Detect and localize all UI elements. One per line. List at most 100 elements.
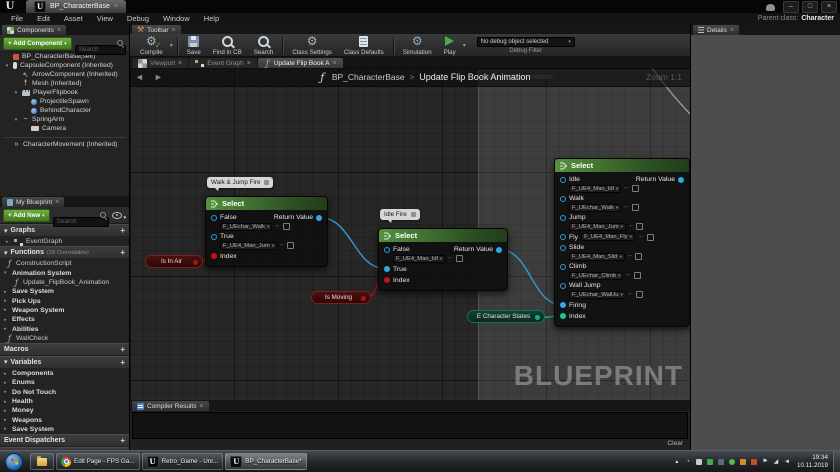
category-save-system[interactable]: ▸Save System xyxy=(0,287,129,296)
browse-icon[interactable] xyxy=(456,255,463,262)
category-pick-ups[interactable]: ▸Pick Ups xyxy=(0,296,129,305)
add-icon[interactable]: + xyxy=(120,358,125,367)
back-arrow-icon[interactable]: ◄ xyxy=(130,72,149,82)
find-in-cb-button[interactable]: Find in CB xyxy=(207,35,248,56)
close-icon[interactable] xyxy=(172,27,176,34)
menu-item-window[interactable]: Window xyxy=(156,14,197,23)
save-button[interactable]: Save xyxy=(181,35,207,56)
tree-caret-icon[interactable]: ▸ xyxy=(4,380,9,386)
variable-node-is-in-air[interactable]: Is In Air xyxy=(145,255,203,268)
component-row[interactable]: ▾CapsuleComponent (Inherited) xyxy=(0,61,129,70)
bubble-pin-icon[interactable] xyxy=(411,212,416,217)
close-icon[interactable] xyxy=(57,27,61,34)
pin-object-icon[interactable] xyxy=(560,264,566,270)
taskbar-button-edit-page-fps-ga-[interactable]: Edit Page - FPS Ga... xyxy=(56,453,140,470)
pin-object-icon[interactable] xyxy=(211,234,217,240)
close-icon[interactable] xyxy=(333,60,337,67)
menu-item-file[interactable]: File xyxy=(4,14,30,23)
tree-caret-icon[interactable]: ▸ xyxy=(4,389,9,395)
component-row[interactable]: ▾~SpringArm xyxy=(0,115,129,124)
tree-caret-icon[interactable]: ▾ xyxy=(4,249,8,257)
class-defaults-button[interactable]: Class Defaults xyxy=(338,35,390,56)
tree-caret-icon[interactable]: ▸ xyxy=(4,298,9,304)
asset-dropdown[interactable]: F_UE4_Man_Jum xyxy=(569,223,626,231)
pin-object-icon[interactable] xyxy=(560,245,566,251)
tray-expand-icon[interactable]: ▴ xyxy=(673,458,681,466)
pin-object-icon[interactable] xyxy=(560,215,566,221)
pin-object-icon[interactable] xyxy=(496,247,502,253)
tree-caret-icon[interactable]: ▾ xyxy=(4,270,9,276)
chevron-down-icon[interactable]: ▾ xyxy=(462,42,467,49)
tree-caret-icon[interactable]: ▾ xyxy=(4,227,8,235)
tray-green-app-icon[interactable] xyxy=(706,458,714,466)
component-row[interactable]: ↖ArrowComponent (Inherited) xyxy=(0,70,129,79)
tab-components[interactable]: Components xyxy=(2,25,66,35)
minimize-button[interactable]: – xyxy=(783,1,799,13)
add-icon[interactable]: + xyxy=(120,248,125,257)
taskbar-button-bp-characterbase-[interactable]: UBP_CharacterBase* xyxy=(225,453,306,470)
category-health[interactable]: ▸Health xyxy=(0,397,129,406)
asset-dropdown[interactable]: F_UE4_Man_Idl xyxy=(569,185,621,193)
browse-icon[interactable] xyxy=(636,291,643,298)
use-selected-icon[interactable]: ← xyxy=(628,223,635,230)
pinned-explorer-button[interactable] xyxy=(30,453,54,470)
tree-caret-icon[interactable]: ▸ xyxy=(4,426,9,432)
asset-dropdown[interactable]: F_UEchar_Climb xyxy=(569,272,623,280)
category-save-system[interactable]: ▸Save System xyxy=(0,425,129,434)
section-header-functions[interactable]: ▾Functions(28 Overridable)+ xyxy=(0,246,129,259)
show-desktop-button[interactable] xyxy=(833,451,840,472)
variable-node-e-character-states[interactable]: E Character States xyxy=(467,310,545,323)
add-component-button[interactable]: + Add Component xyxy=(3,37,72,50)
tree-caret-icon[interactable]: ▸ xyxy=(4,317,9,323)
taskbar-button-retro-game-unr-[interactable]: URetro_Game - Unr... xyxy=(142,453,224,470)
search-button[interactable]: Search xyxy=(248,35,280,56)
category-do-not-touch[interactable]: ▸Do Not Touch xyxy=(0,388,129,397)
tray-clock-icon[interactable]: ◔ xyxy=(684,458,692,466)
node-comment-bubble[interactable]: Idle Fire xyxy=(380,209,420,220)
tray-display-icon[interactable] xyxy=(717,458,725,466)
visibility-filter-button[interactable] xyxy=(112,206,126,224)
tree-caret-icon[interactable]: ▸ xyxy=(4,307,9,313)
component-row[interactable]: »CharacterMovement (Inherited) xyxy=(0,140,129,149)
browse-icon[interactable] xyxy=(287,242,294,249)
title-bar[interactable]: U U BP_CharacterBase – □ × xyxy=(0,0,840,13)
tab-event-graph[interactable]: Event Graph xyxy=(189,58,257,68)
forward-arrow-icon[interactable]: ► xyxy=(149,72,168,82)
tab-details[interactable]: Details xyxy=(693,25,739,35)
use-selected-icon[interactable]: ← xyxy=(279,242,286,249)
menu-item-asset[interactable]: Asset xyxy=(57,14,90,23)
close-icon[interactable] xyxy=(247,60,251,67)
tray-package-icon[interactable] xyxy=(739,458,747,466)
list-item-update_flipbook_animation[interactable]: ƒUpdate_FlipBook_Animation xyxy=(0,278,129,287)
use-selected-icon[interactable]: ← xyxy=(627,253,634,260)
component-row[interactable]: Camera xyxy=(0,124,129,133)
pin-bool-icon[interactable] xyxy=(384,277,390,283)
pin-enum-icon[interactable] xyxy=(535,315,540,320)
asset-dropdown[interactable]: F_UE4_Man_Slid xyxy=(569,253,625,261)
section-header-event-dispatchers[interactable]: Event Dispatchers+ xyxy=(0,434,129,447)
tray-volume-icon[interactable]: ◄ xyxy=(783,458,791,466)
component-row[interactable]: BehindCharacter xyxy=(0,106,129,115)
asset-dropdown[interactable]: F_UE4_Man_Fly xyxy=(581,233,635,241)
taskbar-clock[interactable]: 19:34 10.11.2019 xyxy=(797,454,828,470)
tray-mono-icon[interactable] xyxy=(695,458,703,466)
clear-button[interactable]: Clear xyxy=(667,440,683,447)
pin-enum-icon[interactable] xyxy=(560,313,566,319)
list-item-constructionscript[interactable]: ƒConstructionScript xyxy=(0,259,129,268)
use-selected-icon[interactable]: ← xyxy=(638,234,645,241)
pin-bool-icon[interactable] xyxy=(193,260,198,265)
use-selected-icon[interactable]: ← xyxy=(447,255,454,262)
section-header-macros[interactable]: Macros+ xyxy=(0,343,129,356)
pin-object-icon[interactable] xyxy=(560,177,566,183)
chevron-down-icon[interactable]: ▾ xyxy=(169,42,174,49)
pin-object-icon[interactable] xyxy=(560,234,566,240)
close-icon[interactable] xyxy=(200,403,204,410)
tree-caret-icon[interactable]: ▾ xyxy=(4,63,10,69)
tree-caret-icon[interactable]: ▸ xyxy=(4,371,9,377)
category-animation-system[interactable]: ▾Animation System xyxy=(0,269,129,278)
close-icon[interactable] xyxy=(114,3,118,10)
node-select2[interactable]: SelectFalseF_UE4_Man_Idl←TrueIndexReturn… xyxy=(378,228,508,291)
feedback-icon[interactable] xyxy=(766,4,775,11)
node-select1[interactable]: SelectFalseF_UEchar_Walk←TrueF_UE4_Man_J… xyxy=(205,196,328,267)
tray-flag-icon[interactable]: ⚑ xyxy=(761,458,769,466)
